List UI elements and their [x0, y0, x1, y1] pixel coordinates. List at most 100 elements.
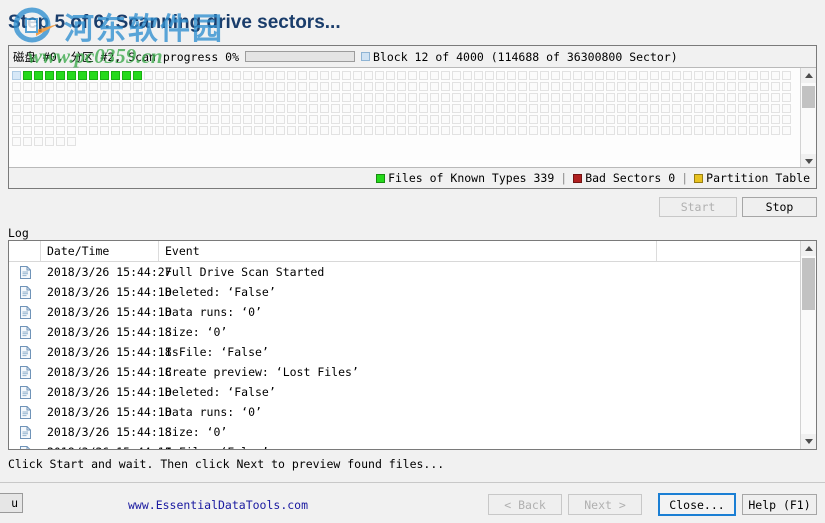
- sector-cell: [23, 137, 32, 146]
- sector-cell: [397, 71, 406, 80]
- sector-cell: [23, 82, 32, 91]
- stop-button[interactable]: Stop: [742, 197, 817, 217]
- log-row[interactable]: 2018/3/26 15:44:18 Deleted: ‘False’: [9, 382, 800, 402]
- sector-cell: [254, 93, 263, 102]
- log-row[interactable]: 2018/3/26 15:44:27 Full Drive Scan Starte…: [9, 262, 800, 282]
- sector-cell: [320, 104, 329, 113]
- sector-cell: [584, 82, 593, 91]
- sector-cell: [23, 115, 32, 124]
- sector-cell: [210, 104, 219, 113]
- sector-cell: [254, 115, 263, 124]
- website-link[interactable]: www.EssentialDataTools.com: [128, 498, 308, 512]
- log-row[interactable]: 2018/3/26 15:44:18IsFile: ‘False’: [9, 442, 800, 449]
- log-row[interactable]: 2018/3/26 15:44:18IsFile: ‘False’: [9, 342, 800, 362]
- scroll-up-button[interactable]: [801, 68, 816, 83]
- sector-cell: [67, 82, 76, 91]
- sector-cell: [430, 82, 439, 91]
- sector-cell: [111, 71, 120, 80]
- sector-map-scrollbar[interactable]: [800, 68, 816, 169]
- sector-cell: [243, 115, 252, 124]
- sector-cell: [672, 82, 681, 91]
- sector-cell: [518, 126, 527, 135]
- sector-cell: [540, 126, 549, 135]
- sector-cell: [606, 93, 615, 102]
- help-button[interactable]: Help (F1): [742, 494, 817, 515]
- log-row[interactable]: 2018/3/26 15:44:18 Data runs: ‘0’: [9, 402, 800, 422]
- sector-cell: [166, 115, 175, 124]
- sector-cell: [342, 82, 351, 91]
- sector-cell: [177, 71, 186, 80]
- start-button[interactable]: Start: [659, 197, 737, 217]
- sector-cell: [144, 104, 153, 113]
- sector-cell: [595, 126, 604, 135]
- scroll-thumb[interactable]: [802, 86, 815, 108]
- sector-cell: [34, 93, 43, 102]
- sector-cell: [738, 115, 747, 124]
- sector-cell: [485, 93, 494, 102]
- sector-cell: [221, 71, 230, 80]
- log-row[interactable]: 2018/3/26 15:44:18 Create preview: ‘Lost …: [9, 362, 800, 382]
- sector-cell: [419, 93, 428, 102]
- bad-sectors-swatch-icon: [573, 173, 583, 183]
- log-row[interactable]: 2018/3/26 15:44:18 Size: ‘0’: [9, 322, 800, 342]
- sector-cell: [309, 71, 318, 80]
- sector-cell: [771, 115, 780, 124]
- log-panel: Date/Time Event 2018/3/26 15:44:27 Full D…: [8, 240, 817, 450]
- sector-cell: [628, 82, 637, 91]
- close-button[interactable]: Close...: [658, 493, 736, 516]
- sector-cell: [375, 82, 384, 91]
- menu-button[interactable]: u: [0, 493, 23, 513]
- log-scrollbar[interactable]: [800, 241, 816, 449]
- log-scroll-thumb[interactable]: [802, 258, 815, 310]
- sector-cell: [89, 126, 98, 135]
- log-row-event: Create preview: ‘Lost Files’: [165, 365, 359, 379]
- sector-cell: [496, 115, 505, 124]
- sector-cell: [595, 115, 604, 124]
- sector-cell: [353, 93, 362, 102]
- sector-cell: [683, 82, 692, 91]
- log-row-datetime: 2018/3/26 15:44:18: [47, 305, 172, 319]
- scroll-track[interactable]: [801, 83, 816, 154]
- sector-cell: [188, 126, 197, 135]
- log-row[interactable]: 2018/3/26 15:44:18 Size: ‘0’: [9, 422, 800, 442]
- log-row[interactable]: 2018/3/26 15:44:18 Data runs: ‘0’: [9, 302, 800, 322]
- sector-cell: [606, 71, 615, 80]
- log-column-datetime[interactable]: Date/Time: [41, 241, 159, 261]
- sector-cell: [375, 104, 384, 113]
- sector-cell: [441, 82, 450, 91]
- block-indicator-icon: [361, 52, 371, 61]
- next-button[interactable]: Next >: [568, 494, 642, 515]
- back-button[interactable]: < Back: [488, 494, 562, 515]
- sector-cell: [782, 126, 791, 135]
- sector-cell: [463, 126, 472, 135]
- sector-cell: [430, 93, 439, 102]
- sector-cell: [408, 93, 417, 102]
- log-row-datetime: 2018/3/26 15:44:27: [47, 265, 172, 279]
- log-column-icon[interactable]: [9, 241, 41, 261]
- log-column-event[interactable]: Event: [159, 241, 657, 261]
- sector-cell: [782, 104, 791, 113]
- sector-cell: [23, 126, 32, 135]
- hint-text: Click Start and wait. Then click Next to…: [8, 457, 445, 471]
- sector-cell: [210, 93, 219, 102]
- sector-cell: [342, 104, 351, 113]
- sector-cell: [430, 104, 439, 113]
- log-scroll-down-button[interactable]: [801, 434, 816, 449]
- sector-cell: [287, 126, 296, 135]
- sector-cell: [221, 82, 230, 91]
- sector-cell: [683, 71, 692, 80]
- sector-cell: [122, 82, 131, 91]
- sector-cell: [441, 104, 450, 113]
- log-scroll-up-button[interactable]: [801, 241, 816, 256]
- log-scroll-track[interactable]: [801, 256, 816, 434]
- log-row-event: Size: ‘0’: [165, 325, 228, 339]
- sector-cell: [309, 82, 318, 91]
- sector-cell: [496, 104, 505, 113]
- sector-cell: [606, 104, 615, 113]
- sector-cell: [243, 82, 252, 91]
- sector-cell: [485, 126, 494, 135]
- sector-cell: [298, 71, 307, 80]
- log-row[interactable]: 2018/3/26 15:44:18 Deleted: ‘False’: [9, 282, 800, 302]
- sector-cell: [749, 115, 758, 124]
- sector-cell: [529, 93, 538, 102]
